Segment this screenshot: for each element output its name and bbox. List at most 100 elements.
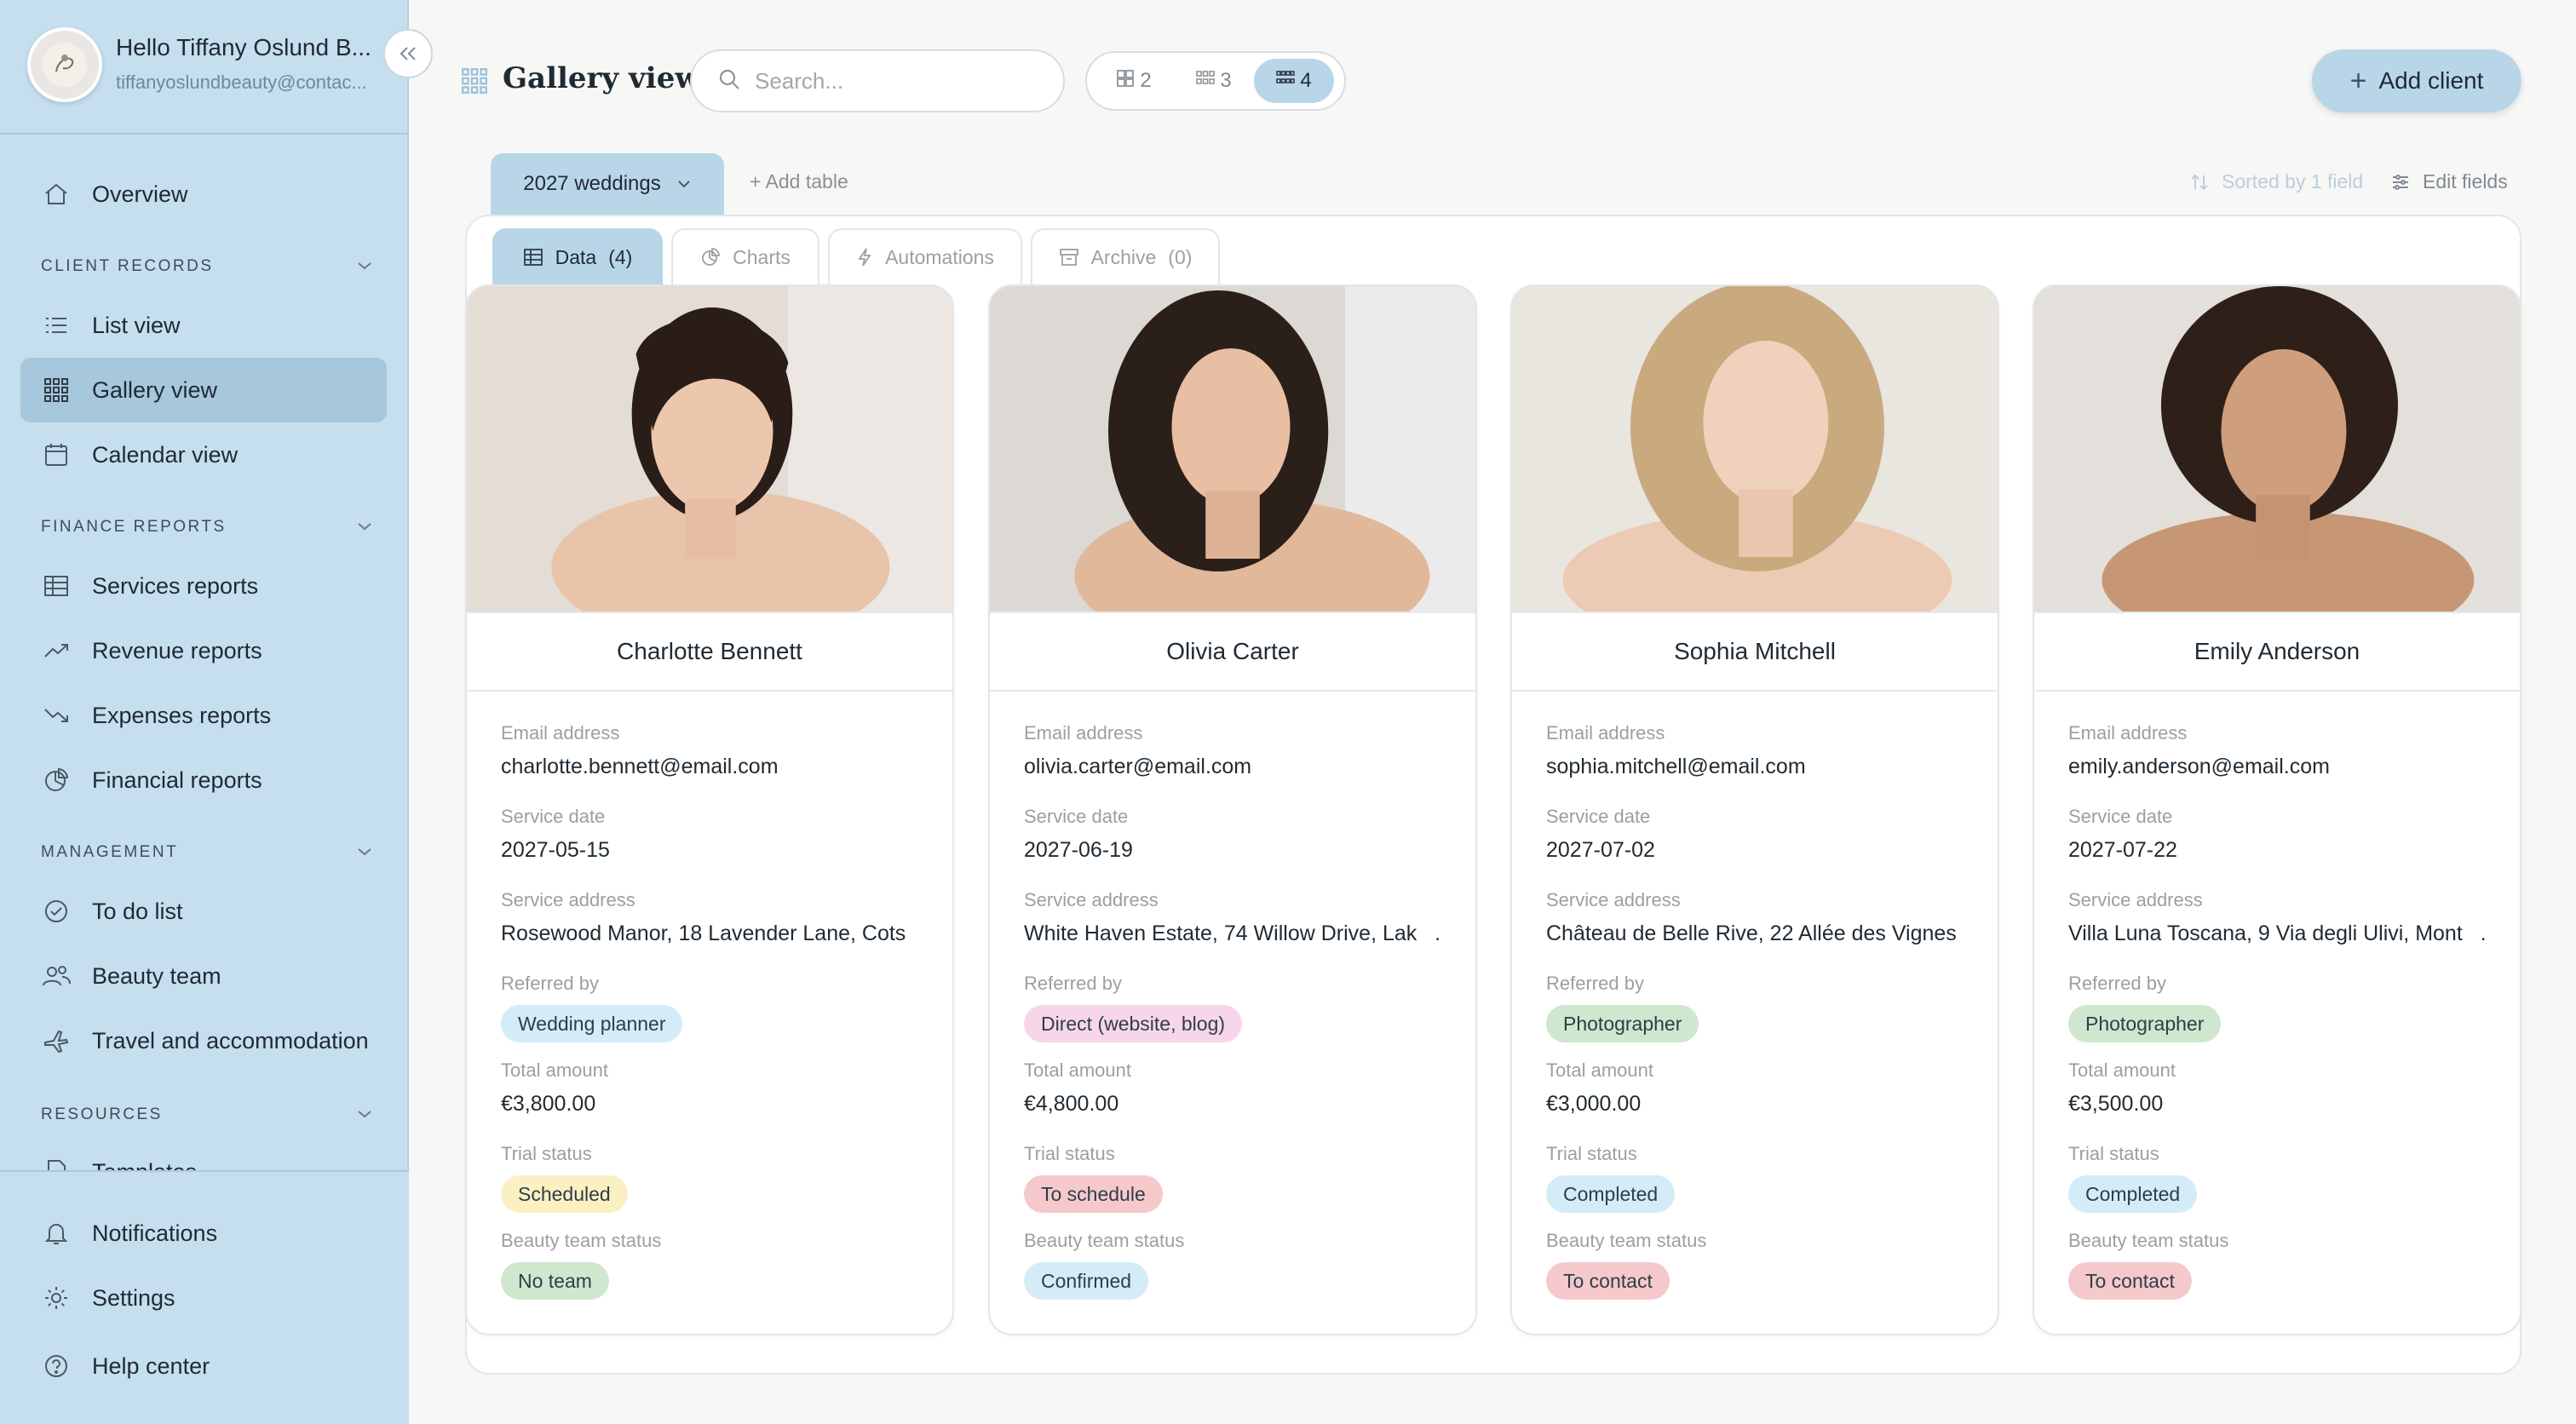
sort-icon bbox=[2189, 172, 2210, 192]
sliders-icon bbox=[2390, 172, 2411, 192]
page-title: Gallery view bbox=[503, 61, 700, 95]
field-label: Trial status bbox=[501, 1143, 592, 1164]
section-label: FINANCE REPORTS bbox=[41, 518, 227, 536]
sidebar-item-label: Beauty team bbox=[92, 962, 221, 989]
trial-status-badge: Scheduled bbox=[501, 1175, 628, 1213]
sidebar-item-travel[interactable]: Travel and accommodation bbox=[20, 1008, 387, 1073]
referred-badge: Photographer bbox=[1546, 1005, 1699, 1042]
client-name: Emily Anderson bbox=[2034, 612, 2520, 692]
edit-fields-button[interactable]: Edit fields bbox=[2390, 170, 2508, 193]
sidebar-item-calendar-view[interactable]: Calendar view bbox=[20, 422, 387, 487]
field-email: sophia.mitchell@email.com bbox=[1546, 755, 1806, 778]
client-card[interactable]: Charlotte Bennett Email address charlott… bbox=[465, 284, 954, 1335]
trial-status-badge: Completed bbox=[2068, 1175, 2198, 1213]
field-total-amount: €3,500.00 bbox=[2068, 1092, 2164, 1116]
lightning-icon bbox=[856, 247, 873, 267]
field-label: Beauty team status bbox=[1024, 1230, 1185, 1251]
sidebar-item-revenue-reports[interactable]: Revenue reports bbox=[20, 618, 387, 683]
field-label: Service address bbox=[1546, 889, 1681, 910]
client-photo bbox=[467, 286, 952, 612]
field-label: Referred by bbox=[501, 973, 599, 994]
field-label: Service date bbox=[2068, 806, 2173, 827]
columns-3-option[interactable]: 3 bbox=[1174, 59, 1254, 103]
field-email: emily.anderson@email.com bbox=[2068, 755, 2330, 778]
sidebar-item-beauty-team[interactable]: Beauty team bbox=[20, 944, 387, 1008]
chevron-down-icon bbox=[356, 1105, 373, 1124]
column-switcher: 2 3 4 bbox=[1085, 51, 1346, 111]
tab-count: (0) bbox=[1168, 245, 1193, 268]
sidebar-footer: Notifications Settings Help center bbox=[0, 1170, 409, 1424]
tab-count: (4) bbox=[608, 245, 633, 268]
chevron-down-icon bbox=[356, 257, 373, 276]
field-service-address: Château de Belle Rive, 22 Allée des Vign… bbox=[1546, 922, 1964, 952]
columns-4-option[interactable]: 4 bbox=[1254, 59, 1334, 103]
pie-chart-icon bbox=[700, 247, 721, 267]
sidebar-item-settings[interactable]: Settings bbox=[20, 1266, 387, 1330]
client-card[interactable]: Emily Anderson Email address emily.ander… bbox=[2033, 284, 2521, 1335]
sidebar-item-label: To do list bbox=[92, 898, 183, 924]
sidebar-item-financial-reports[interactable]: Financial reports bbox=[20, 748, 387, 812]
section-label: MANAGEMENT bbox=[41, 843, 179, 861]
profile-name: Hello Tiffany Oslund B... bbox=[116, 34, 371, 60]
referred-badge: Wedding planner bbox=[501, 1005, 683, 1042]
section-finance-reports[interactable]: FINANCE REPORTS bbox=[41, 518, 373, 537]
add-table-button[interactable]: + Add table bbox=[750, 170, 848, 193]
tab-charts[interactable]: Charts bbox=[671, 228, 819, 284]
sidebar-item-notifications[interactable]: Notifications bbox=[20, 1201, 387, 1266]
grid-2-icon bbox=[1116, 69, 1135, 94]
trial-status-badge: Completed bbox=[1546, 1175, 1676, 1213]
avatar[interactable] bbox=[27, 27, 102, 102]
users-icon bbox=[41, 961, 72, 991]
trending-up-icon bbox=[41, 635, 72, 666]
search-input[interactable] bbox=[755, 67, 1027, 95]
client-card[interactable]: Sophia Mitchell Email address sophia.mit… bbox=[1510, 284, 1999, 1335]
section-client-records[interactable]: CLIENT RECORDS bbox=[41, 257, 373, 276]
truncation-ellipsis: ... bbox=[2480, 922, 2486, 945]
tab-archive[interactable]: Archive (0) bbox=[1031, 228, 1220, 284]
gear-icon bbox=[41, 1283, 72, 1313]
field-label: Service address bbox=[501, 889, 635, 910]
sidebar-item-services-reports[interactable]: Services reports bbox=[20, 554, 387, 618]
add-client-button[interactable]: + Add client bbox=[2312, 49, 2521, 112]
client-name: Olivia Carter bbox=[990, 612, 1475, 692]
field-service-date: 2027-07-02 bbox=[1546, 838, 1655, 862]
grid-4-icon bbox=[1276, 69, 1296, 94]
table-tab-label: 2027 weddings bbox=[523, 172, 661, 195]
section-resources[interactable]: RESOURCES bbox=[41, 1105, 373, 1124]
client-name: Charlotte Bennett bbox=[467, 612, 952, 692]
columns-2-option[interactable]: 2 bbox=[1094, 59, 1174, 103]
sidebar-item-expenses-reports[interactable]: Expenses reports bbox=[20, 683, 387, 748]
sort-button[interactable]: Sorted by 1 field bbox=[2189, 170, 2363, 193]
help-circle-icon bbox=[41, 1351, 72, 1381]
field-total-amount: €4,800.00 bbox=[1024, 1092, 1119, 1116]
field-email: olivia.carter@email.com bbox=[1024, 755, 1252, 778]
sidebar-item-label: Services reports bbox=[92, 572, 259, 599]
sidebar-item-gallery-view[interactable]: Gallery view bbox=[20, 358, 387, 422]
field-email: charlotte.bennett@email.com bbox=[501, 755, 779, 778]
tab-data[interactable]: Data (4) bbox=[492, 228, 663, 284]
sidebar-item-help-center[interactable]: Help center bbox=[20, 1334, 387, 1398]
section-management[interactable]: MANAGEMENT bbox=[41, 843, 373, 862]
address-text: Villa Luna Toscana, 9 Via degli Ulivi, M… bbox=[2068, 922, 2463, 945]
sidebar-item-list-view[interactable]: List view bbox=[20, 293, 387, 358]
table-icon bbox=[41, 571, 72, 601]
sidebar-item-label: Expenses reports bbox=[92, 702, 272, 728]
sidebar-item-label: Financial reports bbox=[92, 767, 262, 793]
sidebar-item-overview[interactable]: Overview bbox=[20, 162, 387, 227]
trending-down-icon bbox=[41, 700, 72, 731]
calendar-icon bbox=[41, 439, 72, 470]
client-name: Sophia Mitchell bbox=[1512, 612, 1998, 692]
sidebar-item-label: Notifications bbox=[92, 1220, 218, 1246]
profile-header[interactable]: Hello Tiffany Oslund B... tiffanyoslundb… bbox=[0, 0, 407, 135]
collapse-sidebar-button[interactable] bbox=[383, 29, 433, 78]
team-status-badge: To contact bbox=[2068, 1262, 2192, 1300]
tab-automations[interactable]: Automations bbox=[828, 228, 1022, 284]
chevron-down-icon bbox=[356, 518, 373, 537]
table-tab-2027-weddings[interactable]: 2027 weddings bbox=[491, 153, 724, 215]
sidebar-item-label: Settings bbox=[92, 1284, 175, 1311]
pie-chart-icon bbox=[41, 765, 72, 795]
search-box[interactable] bbox=[690, 49, 1065, 112]
sidebar-item-to-do-list[interactable]: To do list bbox=[20, 879, 387, 944]
client-card[interactable]: Olivia Carter Email address olivia.carte… bbox=[988, 284, 1477, 1335]
archive-icon bbox=[1059, 248, 1079, 267]
